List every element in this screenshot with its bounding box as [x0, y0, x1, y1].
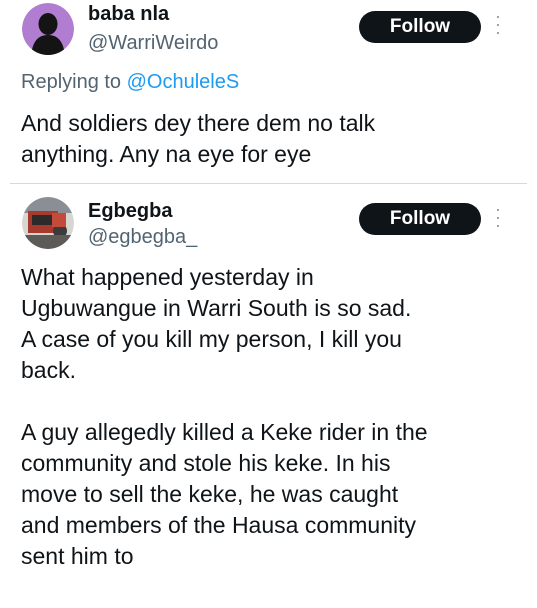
avatar[interactable]	[22, 197, 74, 249]
follow-button[interactable]: Follow	[359, 203, 481, 235]
tweet-text: What happened yesterday in Ugbuwangue in…	[21, 264, 428, 569]
tweet-card[interactable]: baba nla @WarriWeirdo Follow · · · Replyin…	[0, 0, 537, 183]
default-avatar-icon	[22, 3, 74, 55]
avatar[interactable]	[22, 3, 74, 55]
follow-button[interactable]: Follow	[359, 11, 481, 43]
more-vertical-icon[interactable]: · · ·	[493, 7, 503, 41]
profile-photo-icon	[22, 197, 74, 249]
user-handle[interactable]: @WarriWeirdo	[88, 31, 218, 55]
more-vertical-icon[interactable]: · · ·	[493, 200, 503, 234]
mention-link[interactable]: @OchuleleS	[127, 71, 240, 93]
user-handle[interactable]: @egbegba_	[88, 225, 197, 249]
display-name[interactable]: baba nla	[88, 2, 169, 26]
replying-prefix: Replying to	[21, 71, 127, 93]
replying-to: Replying to @OchuleleS	[21, 69, 239, 95]
tweet-card[interactable]: Egbegba @egbegba_ Follow · · · What happen…	[0, 184, 537, 608]
tweet-text: And soldiers dey there dem no talk anyth…	[21, 110, 376, 167]
display-name[interactable]: Egbegba	[88, 199, 172, 223]
